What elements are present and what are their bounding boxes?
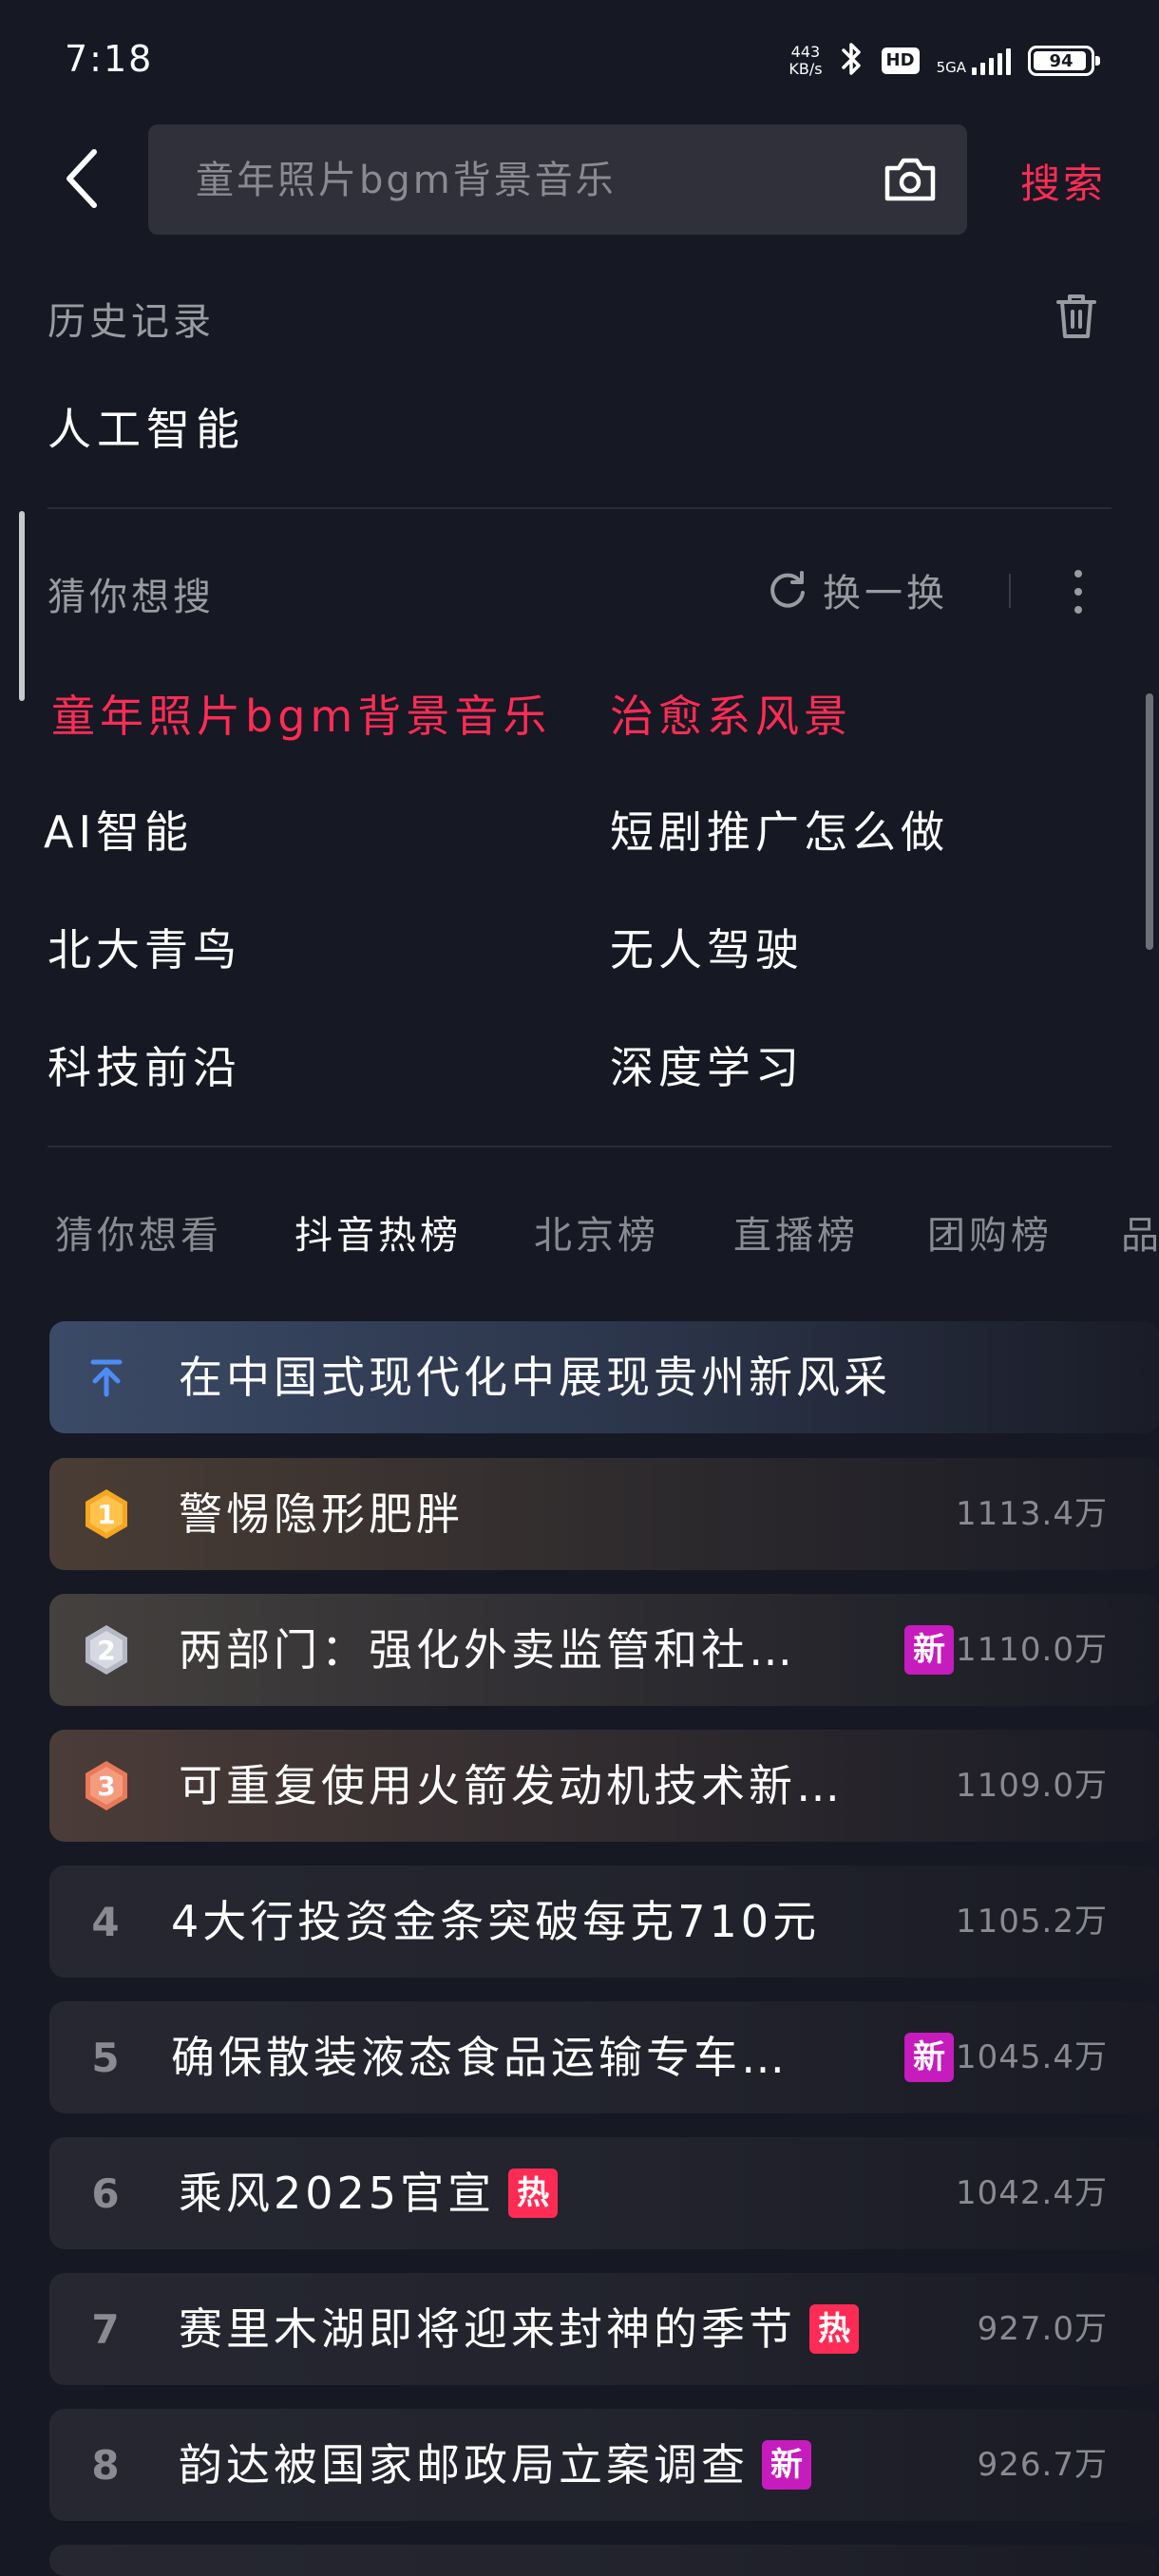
rank-number: 5 <box>91 2034 120 2081</box>
heat-value: 1113.4万 <box>956 1495 1108 1533</box>
network-speed-value: 443 <box>790 43 821 61</box>
rank-title: 赛里木湖即将迎来封神的季节 热 <box>179 2273 859 2385</box>
suggestion-item[interactable]: 治愈系风景 <box>610 682 852 745</box>
more-options-icon[interactable] <box>1064 566 1092 617</box>
rank-row[interactable]: 3 可重复使用火箭发动机技术新… 1109.0万 <box>49 1730 1159 1842</box>
suggestion-item[interactable]: 短剧推广怎么做 <box>610 798 949 861</box>
rank-number: 7 <box>91 2305 120 2353</box>
back-button[interactable] <box>49 141 116 217</box>
suggestion-item[interactable]: 北大青鸟 <box>48 916 241 978</box>
network-type-label: 5GA <box>936 59 966 76</box>
rank-row[interactable]: 1 警惕隐形肥胖 1113.4万 <box>49 1458 1159 1570</box>
rank-number: 4 <box>91 1898 120 1945</box>
new-badge: 新 <box>904 2033 954 2082</box>
tab-guess-watch[interactable]: 猜你想看 <box>55 1204 222 1260</box>
hot-badge: 热 <box>508 2169 559 2218</box>
suggestion-item[interactable]: 科技前沿 <box>48 1033 241 1096</box>
rank-title: 警惕隐形肥胖 <box>179 1488 464 1540</box>
svg-text:1: 1 <box>97 1499 115 1530</box>
rank-row[interactable]: 6 乘风2025官宣 热 1042.4万 <box>49 2137 1159 2249</box>
silver-medal-icon: 2 <box>86 1625 127 1675</box>
suggestion-item[interactable]: 童年照片bgm背景音乐 <box>51 682 551 745</box>
status-time: 7:18 <box>65 38 154 80</box>
guess-title: 猜你想搜 <box>48 576 215 619</box>
divider <box>48 1146 1112 1147</box>
refresh-icon <box>770 571 805 608</box>
search-input[interactable] <box>194 124 863 237</box>
ranking-tabs: 猜你想看 抖音热榜 北京榜 直播榜 团购榜 品 <box>55 1204 1159 1265</box>
heat-value: 1105.2万 <box>956 1903 1108 1941</box>
new-badge: 新 <box>762 2440 811 2490</box>
trash-icon[interactable] <box>1053 291 1100 340</box>
heat-value: 927.0万 <box>977 2310 1108 2348</box>
rank-title: 韵达被国家邮政局立案调查 新 <box>179 2409 811 2521</box>
history-title: 历史记录 <box>48 300 215 344</box>
gold-medal-icon: 1 <box>86 1489 127 1539</box>
tab-group-buy[interactable]: 团购榜 <box>927 1204 1053 1260</box>
heat-value: 1110.0万 <box>956 1631 1108 1669</box>
rank-number: 6 <box>91 2169 120 2217</box>
scroll-indicator <box>19 511 25 701</box>
rank-row[interactable] <box>49 2545 1159 2576</box>
scrollbar[interactable] <box>1146 693 1153 950</box>
rank-title: 两部门：强化外卖监管和社… <box>179 1594 796 1706</box>
rank-row[interactable]: 4 4大行投资金条突破每克710元 1105.2万 <box>49 1866 1159 1978</box>
new-badge: 新 <box>904 1625 954 1675</box>
pin-top-icon <box>90 1359 123 1397</box>
signal-icon <box>972 47 1011 75</box>
network-speed: 443 KB/s <box>788 44 822 78</box>
refresh-label: 换一换 <box>823 572 948 616</box>
rank-row[interactable]: 5 确保散装液态食品运输专车… 新 1045.4万 <box>49 2001 1159 2113</box>
svg-text:3: 3 <box>97 1771 115 1802</box>
rank-row[interactable]: 2 两部门：强化外卖监管和社… 新 1110.0万 <box>49 1594 1159 1706</box>
search-box <box>148 124 967 237</box>
rank-title: 4大行投资金条突破每克710元 <box>171 1896 821 1947</box>
rank-row[interactable]: 7 赛里木湖即将迎来封神的季节 热 927.0万 <box>49 2273 1159 2385</box>
chevron-left-icon <box>66 149 97 208</box>
hd-badge: HD <box>881 47 920 74</box>
suggestion-item[interactable]: AI智能 <box>44 798 193 861</box>
suggestion-item[interactable]: 深度学习 <box>610 1033 804 1096</box>
heat-value: 1109.0万 <box>956 1767 1108 1805</box>
pinned-rank-row[interactable]: 在中国式现代化中展现贵州新风采 <box>49 1321 1159 1433</box>
tab-beijing[interactable]: 北京榜 <box>534 1204 659 1260</box>
heat-value: 926.7万 <box>977 2446 1108 2484</box>
status-bar: 7:18 443 KB/s HD 5GA 94 <box>0 0 1159 123</box>
heat-value: 1045.4万 <box>956 2038 1108 2076</box>
rank-title: 乘风2025官宣 热 <box>179 2137 559 2249</box>
rank-title: 确保散装液态食品运输专车… <box>171 2032 788 2083</box>
battery-icon: 94 <box>1028 46 1100 76</box>
bronze-medal-icon: 3 <box>86 1761 127 1810</box>
rank-title-text: 赛里木湖即将迎来封神的季节 <box>179 2303 796 2355</box>
rank-title-text: 两部门：强化外卖监管和社… <box>179 1624 796 1676</box>
rank-title: 可重复使用火箭发动机技术新… <box>179 1760 844 1811</box>
hot-badge: 热 <box>809 2304 859 2354</box>
history-item[interactable]: 人工智能 <box>48 395 245 458</box>
rank-row[interactable]: 8 韵达被国家邮政局立案调查 新 926.7万 <box>49 2409 1159 2521</box>
bluetooth-icon <box>840 40 864 82</box>
camera-icon[interactable] <box>882 153 939 206</box>
rank-title-text: 乘风2025官宣 <box>179 2168 496 2219</box>
signal-strength: 5GA <box>937 47 1011 75</box>
rank-number: 8 <box>91 2441 120 2489</box>
svg-text:2: 2 <box>97 1635 115 1666</box>
divider <box>48 507 1112 509</box>
heat-value: 1042.4万 <box>956 2174 1108 2212</box>
tab-douyin-hot[interactable]: 抖音热榜 <box>294 1204 462 1260</box>
refresh-button[interactable]: 换一换 <box>766 562 948 617</box>
search-submit-button[interactable]: 搜索 <box>1020 152 1106 210</box>
separator <box>1009 574 1011 608</box>
tab-live[interactable]: 直播榜 <box>733 1204 859 1260</box>
rank-title: 在中国式现代化中展现贵州新风采 <box>179 1352 891 1403</box>
tab-product[interactable]: 品 <box>1121 1204 1159 1260</box>
suggestion-item[interactable]: 无人驾驶 <box>610 916 804 978</box>
battery-percentage: 94 <box>1049 50 1074 71</box>
status-icons: 443 KB/s HD 5GA 94 <box>788 40 1100 82</box>
rank-title-text: 韵达被国家邮政局立案调查 <box>179 2439 749 2491</box>
network-speed-unit: KB/s <box>788 60 823 78</box>
